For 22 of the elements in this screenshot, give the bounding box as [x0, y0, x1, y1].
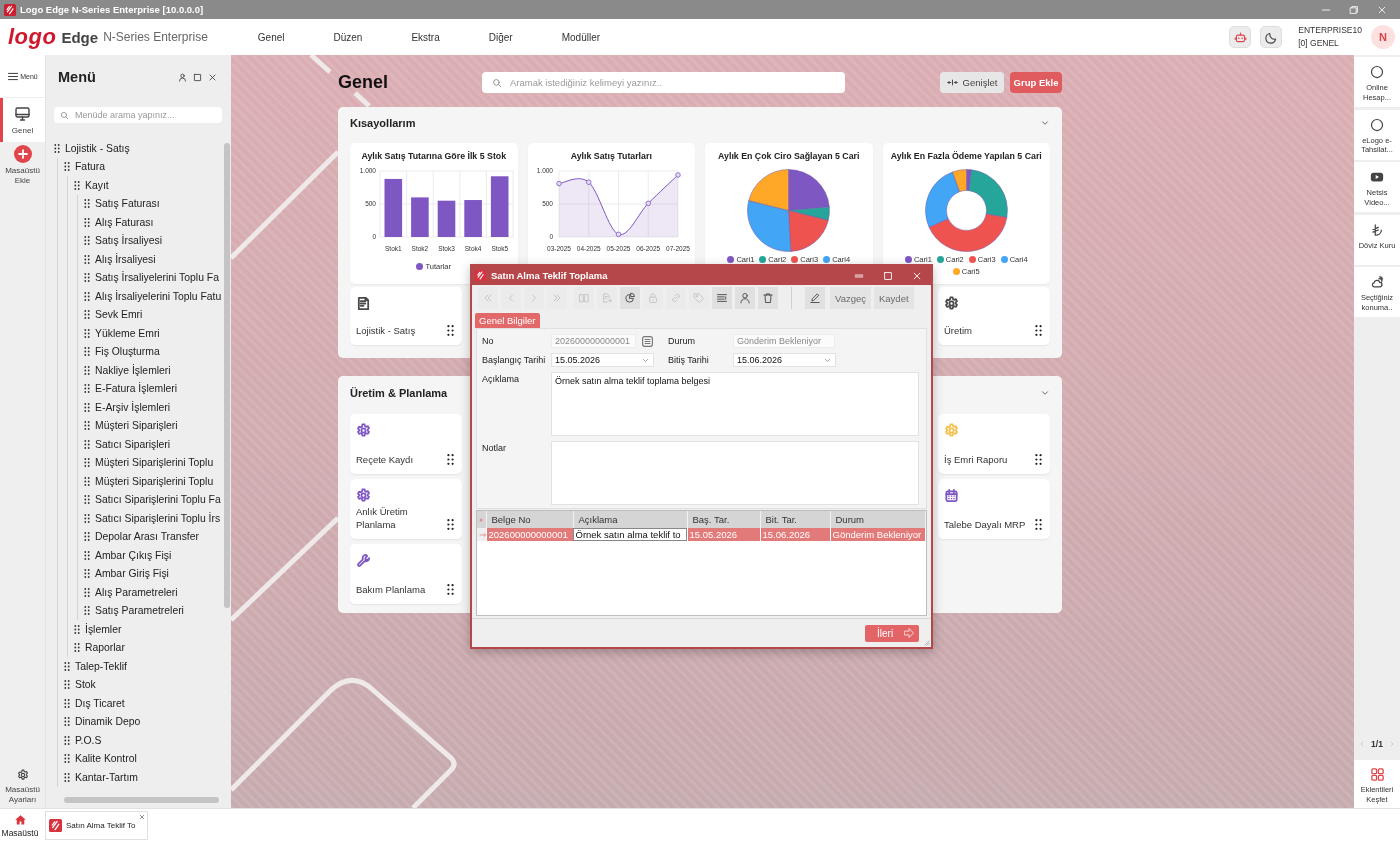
chart-title: Aylık En Çok Ciro Sağlayan 5 Cari: [718, 151, 860, 161]
chart-title: Aylık Satış Tutarına Göre İlk 5 Stok: [361, 151, 507, 161]
brand-logo: logo: [8, 26, 57, 48]
period-name: [0] GENEL: [1298, 37, 1340, 50]
field-label: Durum: [668, 335, 696, 348]
field-label: Başlangıç Tarihi: [482, 354, 547, 367]
field-label: No: [482, 335, 495, 348]
company-name: ENTERPRISE10: [1298, 24, 1362, 37]
field-label: Açıklama: [482, 373, 520, 386]
section-title: Kısayollarım: [350, 117, 416, 129]
menu-panel-title: Menü: [58, 69, 96, 85]
page-title: Genel: [338, 72, 389, 93]
page-indicator: 1/1: [1371, 738, 1383, 749]
chart-title: Aylık Satış Tutarları: [570, 151, 652, 161]
product-edition: N-Series Enterprise: [103, 30, 208, 44]
section-title: Üretim & Planlama: [350, 387, 448, 399]
field-label: Notlar: [482, 442, 507, 455]
dialog-title: Satın Alma Teklif Toplama: [491, 270, 608, 281]
product-name: Edge: [61, 28, 99, 46]
chart-title: Aylık En Fazla Ödeme Yapılan 5 Cari: [890, 151, 1042, 161]
field-label: Bitiş Tarihi: [668, 354, 710, 367]
window-title: Logo Edge N-Series Enterprise [10.0.0.0]: [20, 4, 204, 15]
